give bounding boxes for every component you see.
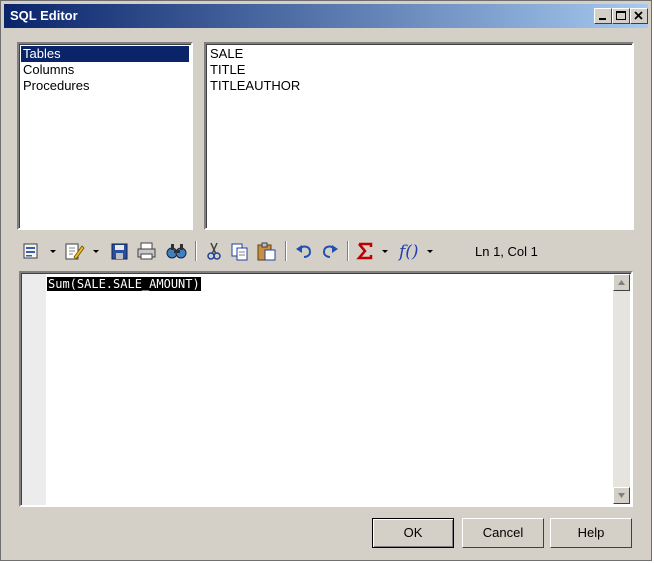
- copy-button[interactable]: [229, 240, 251, 262]
- help-button[interactable]: Help: [550, 518, 632, 548]
- line-gutter: [22, 274, 46, 505]
- cursor-position: Ln 1, Col 1: [475, 244, 538, 259]
- find-icon: [166, 244, 187, 259]
- arrow-up-icon: [618, 280, 625, 285]
- save-icon: [111, 243, 128, 260]
- close-icon: [634, 11, 643, 20]
- aggregate-function-button[interactable]: [355, 240, 391, 262]
- scroll-down-button[interactable]: [613, 487, 630, 504]
- maximize-icon: [616, 11, 626, 20]
- cut-button[interactable]: [203, 240, 225, 262]
- object-type-columns[interactable]: Columns: [21, 62, 74, 78]
- minimize-button[interactable]: [594, 8, 612, 24]
- object-item-title[interactable]: TITLE: [208, 62, 245, 78]
- vertical-scrollbar[interactable]: [613, 274, 630, 504]
- find-button[interactable]: [165, 240, 189, 262]
- editor-toolbar: f() Ln 1, Col 1: [19, 238, 619, 266]
- save-button[interactable]: [109, 240, 131, 262]
- edit-dropdown-button[interactable]: [63, 240, 101, 262]
- paste-button[interactable]: [255, 240, 279, 262]
- redo-icon: [322, 245, 338, 258]
- sigma-icon: [356, 242, 388, 260]
- sql-expression: Sum(SALE.SALE_AMOUNT): [47, 277, 201, 291]
- print-button[interactable]: [135, 240, 159, 262]
- redo-button[interactable]: [319, 240, 341, 262]
- object-item-titleauthor[interactable]: TITLEAUTHOR: [208, 78, 300, 94]
- undo-button[interactable]: [293, 240, 315, 262]
- arrow-down-icon: [618, 493, 625, 498]
- undo-icon: [296, 245, 312, 258]
- window-title: SQL Editor: [10, 8, 78, 23]
- svg-text:f(): f(): [397, 242, 419, 262]
- close-button[interactable]: [630, 8, 648, 24]
- object-list[interactable]: SALE TITLE TITLEAUTHOR: [204, 42, 634, 230]
- cut-icon: [207, 242, 221, 260]
- scroll-up-button[interactable]: [613, 274, 630, 291]
- copy-icon: [231, 243, 248, 261]
- object-type-procedures[interactable]: Procedures: [21, 78, 89, 94]
- sql-editor-window: SQL Editor Tables Columns Procedures SAL…: [0, 0, 652, 561]
- paste-icon: [257, 242, 276, 261]
- maximize-button[interactable]: [612, 8, 630, 24]
- function-button[interactable]: f(): [397, 240, 437, 262]
- print-icon: [137, 242, 156, 260]
- object-item-sale[interactable]: SALE: [208, 46, 243, 62]
- function-icon: f(): [397, 242, 433, 262]
- cancel-button[interactable]: Cancel: [462, 518, 544, 548]
- sql-text[interactable]: Sum(SALE.SALE_AMOUNT): [47, 277, 201, 291]
- object-type-list[interactable]: Tables Columns Procedures: [17, 42, 193, 230]
- minimize-icon: [599, 18, 606, 20]
- ok-button[interactable]: OK: [372, 518, 454, 548]
- edit-menu-button[interactable]: [21, 240, 57, 262]
- edit-pencil-icon: [65, 243, 99, 260]
- edit-menu-icon: [23, 243, 56, 259]
- sql-editor[interactable]: Sum(SALE.SALE_AMOUNT): [19, 271, 633, 507]
- title-bar[interactable]: SQL Editor: [4, 4, 648, 28]
- object-type-tables[interactable]: Tables: [21, 46, 189, 62]
